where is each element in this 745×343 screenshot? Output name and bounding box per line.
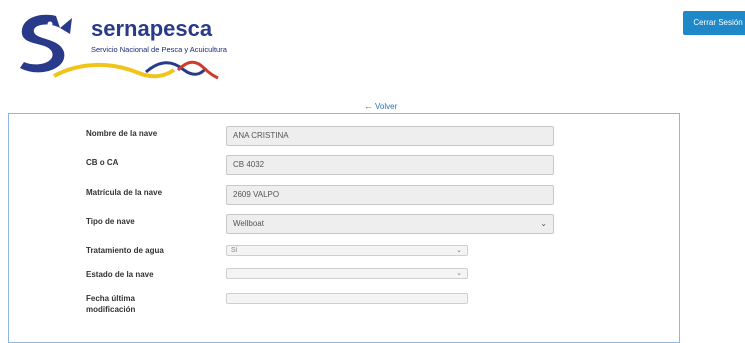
cb-ca-field[interactable]: CB 4032 (226, 155, 554, 175)
logo-waves-icon (53, 60, 219, 80)
last-modified-label-line2: modificación (86, 305, 136, 314)
vessel-status-select[interactable]: ⌄ (226, 268, 468, 279)
vessel-name-field[interactable]: ANA CRISTINA (226, 126, 554, 146)
back-link[interactable]: ← Volver (364, 101, 397, 111)
cb-ca-label: CB o CA (86, 158, 119, 167)
logo-title: sernapesca (91, 16, 213, 41)
vessel-type-select[interactable]: Wellboat ⌄ (226, 214, 554, 234)
last-modified-label: Fecha última modificación (86, 293, 135, 315)
logout-button[interactable]: Cerrar Sesión (683, 11, 745, 35)
last-modified-label-line1: Fecha última (86, 294, 135, 303)
chevron-down-icon: ⌄ (540, 219, 547, 228)
vessel-name-label: Nombre de la nave (86, 129, 158, 138)
water-treatment-select[interactable]: Sí ⌄ (226, 245, 468, 256)
water-treatment-label: Tratamiento de agua (86, 246, 164, 255)
registration-field[interactable]: 2609 VALPO (226, 185, 554, 205)
registration-label: Matrícula de la nave (86, 188, 163, 197)
vessel-type-value: Wellboat (233, 219, 264, 228)
water-treatment-value: Sí (231, 247, 238, 254)
chevron-down-icon: ⌄ (456, 247, 462, 254)
last-modified-field[interactable] (226, 293, 468, 304)
vessel-type-label: Tipo de nave (86, 217, 135, 226)
chevron-down-icon: ⌄ (456, 270, 462, 277)
back-label: Volver (375, 102, 398, 111)
arrow-left-icon: ← (364, 101, 373, 111)
logo: sernapesca Servicio Nacional de Pesca y … (12, 8, 242, 80)
vessel-status-label: Estado de la nave (86, 270, 154, 279)
